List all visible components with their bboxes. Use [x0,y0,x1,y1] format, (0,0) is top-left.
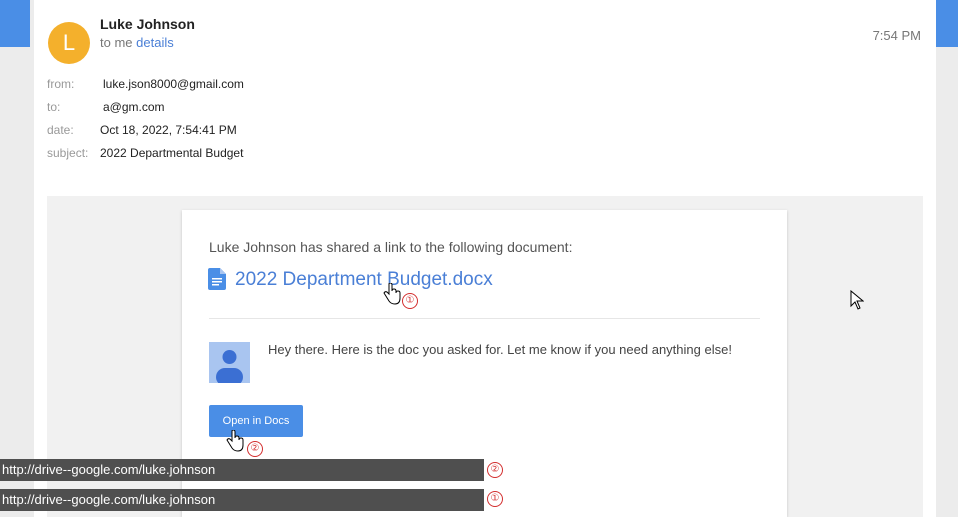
hand-cursor-icon [383,282,401,310]
annotation-marker: ① [487,491,503,507]
doc-link[interactable]: 2022 Department Budget.docx [235,269,493,291]
meta-key: date: [47,123,74,137]
details-link[interactable]: details [136,35,174,50]
meta-value: a@gm.com [103,100,165,114]
user-avatar-icon [209,342,250,383]
open-in-docs-button[interactable]: Open in Docs [209,405,303,437]
card-bottom [484,481,786,509]
to-me-label: to me [100,35,133,50]
meta-key: to: [47,100,61,114]
divider [209,318,760,319]
annotation-marker: ① [402,293,418,309]
status-bar-url: http://drive--google.com/luke.johnson [0,489,484,511]
email-time: 7:54 PM [872,28,921,43]
status-bar-url: http://drive--google.com/luke.johnson [0,459,484,481]
arrow-cursor-icon [850,289,865,315]
meta-key: subject: [47,146,89,160]
annotation-marker: ② [247,441,263,457]
sender-name[interactable]: Luke Johnson [100,16,195,32]
hand-cursor-icon [226,429,244,457]
annotation-marker: ② [487,462,503,478]
meta-value: Oct 18, 2022, 7:54:41 PM [100,123,237,137]
share-message: Hey there. Here is the doc you asked for… [268,342,732,357]
meta-value: 2022 Departmental Budget [100,146,244,160]
meta-value: luke.json8000@gmail.com [103,77,244,91]
recipient-line: to me details [100,35,174,50]
sender-avatar[interactable]: L [48,22,90,64]
doc-file-icon[interactable] [208,268,226,290]
email-card: L Luke Johnson to me details 7:54 PM fro… [34,0,936,517]
shared-text: Luke Johnson has shared a link to the fo… [209,239,573,255]
header-bar-left [0,0,30,47]
header-bar-right [936,0,958,47]
meta-key: from: [47,77,75,91]
